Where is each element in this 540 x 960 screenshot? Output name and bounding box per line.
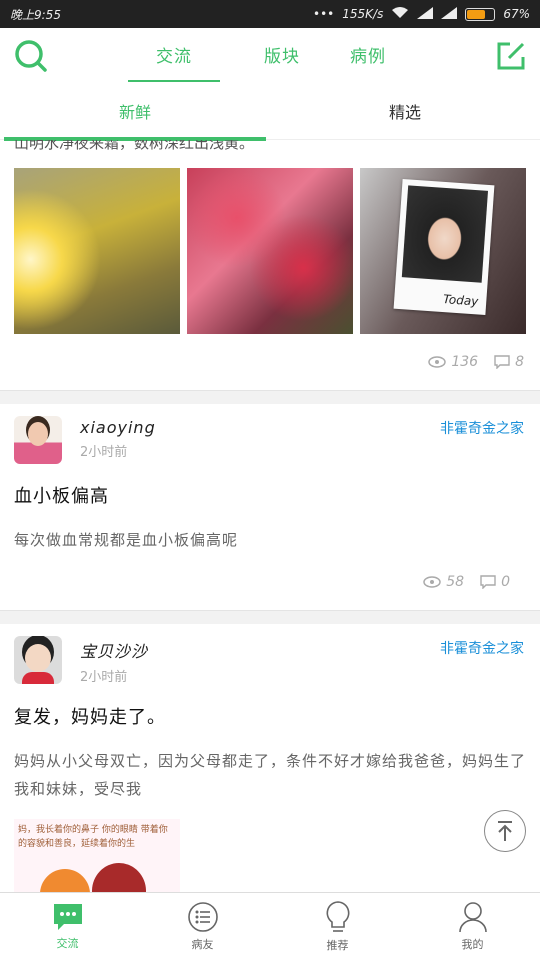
battery-percent: 67% (503, 7, 530, 21)
cartoon-face (92, 863, 146, 892)
photo-grid: Today (0, 168, 540, 334)
nav-exchange[interactable]: 交流 (0, 893, 135, 960)
photo-portrait[interactable]: Today (360, 168, 526, 334)
compose-icon[interactable] (496, 41, 526, 75)
photo-red-leaves[interactable] (187, 168, 353, 334)
author-name[interactable]: 宝贝沙沙 (80, 638, 148, 662)
divider (0, 610, 540, 624)
post-time: 2小时前 (80, 445, 128, 460)
views-count: 136 (451, 354, 479, 370)
comments-count: 8 (515, 354, 524, 370)
tab-boards[interactable]: 版块 (258, 28, 306, 88)
status-time: 晚上9:55 (10, 7, 61, 22)
nav-recommend[interactable]: 推荐 (270, 893, 405, 960)
subtab-featured[interactable]: 精选 (270, 88, 540, 139)
post-stats: 136 8 (0, 334, 540, 390)
signal-icon-2 (441, 6, 458, 22)
signal-icon (417, 6, 434, 22)
views-count: 58 (446, 574, 465, 590)
comments-stat: 8 (494, 354, 524, 370)
nav-label: 交流 (56, 937, 79, 950)
eye-icon (423, 576, 441, 588)
network-speed: 155K/s (342, 7, 384, 21)
nav-patients[interactable]: 病友 (135, 893, 270, 960)
eye-icon (428, 356, 447, 368)
wifi-icon (391, 6, 409, 22)
nav-label: 推荐 (326, 939, 349, 952)
top-bar: 交流 版块 病例 (0, 28, 540, 88)
search-icon[interactable] (14, 39, 48, 77)
tab-cases[interactable]: 病例 (344, 28, 392, 88)
avatar[interactable] (14, 636, 62, 684)
post-stats: 58 0 (14, 554, 526, 610)
post-time: 2小时前 (80, 670, 128, 685)
post-body: 妈妈从小父母双亡，因为父母都走了，条件不好才嫁给我爸爸，妈妈生了我和妹妹，受尽我 (14, 752, 527, 798)
post-image-text: 妈，我长着你的鼻子 你的眼睛 带着你的容貌和善良，延续着你的生 (18, 825, 168, 849)
comments-stat: 0 (480, 574, 510, 590)
post-title: 血小板偏高 (14, 486, 109, 507)
feed-item[interactable]: 宝贝沙沙 2小时前 非霍奇金之家 复发，妈妈走了。 妈妈从小父母双亡，因为父母都… (0, 624, 540, 892)
bulb-icon (326, 901, 349, 932)
photo-caption: Today (442, 292, 479, 309)
comment-icon (480, 575, 496, 589)
post-body-text: 山明水净夜来霜，数树深红出浅黄。 (14, 140, 255, 152)
comment-icon (494, 355, 510, 369)
nav-label: 病友 (191, 938, 214, 951)
portrait-face (401, 185, 489, 283)
bottom-nav: 交流 病友 推荐 我的 (0, 892, 540, 960)
views-stat: 136 (428, 354, 478, 370)
main-tabs: 交流 版块 病例 (128, 28, 392, 88)
status-bar: 晚上9:55 ••• 155K/s 67% (0, 0, 540, 28)
subtab-fresh[interactable]: 新鲜 (0, 88, 270, 139)
post-image[interactable]: 妈，我长着你的鼻子 你的眼睛 带着你的容貌和善良，延续着你的生 (14, 819, 180, 892)
feed-list[interactable]: 山明水净夜来霜，数树深红出浅黄。 Today 136 8 xiaoying 2小… (0, 140, 540, 892)
feed-item[interactable]: xiaoying 2小时前 非霍奇金之家 血小板偏高 每次做血常规都是血小板偏高… (0, 404, 540, 610)
tab-exchange[interactable]: 交流 (128, 28, 220, 88)
author-name[interactable]: xiaoying (80, 418, 156, 437)
feed-item-partial[interactable]: 山明水净夜来霜，数树深红出浅黄。 Today 136 8 (0, 140, 540, 390)
avatar[interactable] (14, 416, 62, 464)
forum-link[interactable]: 非霍奇金之家 (440, 638, 524, 658)
list-icon (187, 902, 218, 932)
cartoon-face (40, 869, 90, 892)
divider (0, 390, 540, 404)
comments-count: 0 (501, 574, 510, 590)
post-body: 每次做血常规都是血小板偏高呢 (14, 531, 239, 549)
post-title: 复发，妈妈走了。 (14, 707, 166, 728)
nav-label: 我的 (461, 938, 484, 951)
forum-link[interactable]: 非霍奇金之家 (440, 418, 524, 438)
arrow-up-icon (498, 821, 512, 841)
chat-icon (53, 904, 82, 930)
views-stat: 58 (423, 574, 464, 590)
photo-ginkgo-tree[interactable] (14, 168, 180, 334)
battery-icon (465, 7, 496, 21)
polaroid-frame: Today (393, 178, 495, 316)
more-dots-icon: ••• (313, 7, 335, 21)
sub-tabs: 新鲜 精选 (0, 88, 540, 141)
scroll-to-top-button[interactable] (484, 810, 526, 852)
person-icon (458, 902, 487, 933)
nav-mine[interactable]: 我的 (405, 893, 540, 960)
